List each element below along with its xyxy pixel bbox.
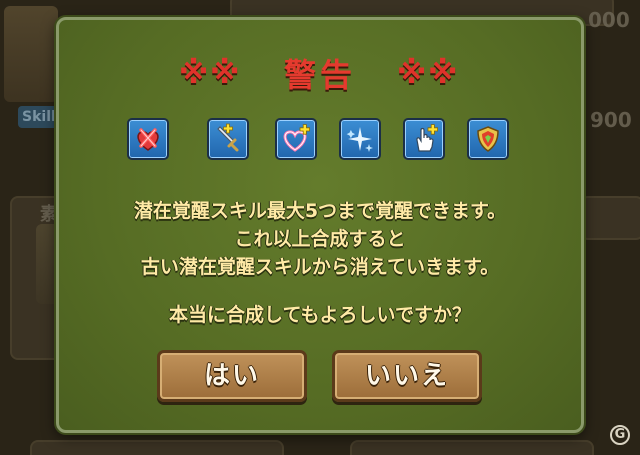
heart-cross-icon [127,118,169,160]
awakening-icons [127,118,519,162]
hand-plus-icon [403,118,445,160]
no-button[interactable]: いいえ [332,350,482,402]
monster-portrait [4,6,58,102]
bg-card-bottom-right [350,440,594,455]
confirm-question: 本当に合成してもよろしいですか？ [169,304,471,326]
sword-plus-icon [207,118,249,160]
heart-plus-icon [275,118,317,160]
bg-card-right [580,196,640,240]
message-line-3: 古い潜在覚醒スキルから消えていきます。 [140,256,500,278]
bg-value-top: 000 [588,8,630,32]
message-line-1: 潜在覚醒スキル最大5つまで覚醒できます。 [133,200,507,222]
warning-dialog: ※※ 警告 ※※ 潜在覚醒スキル最大5つまで覚醒できます。 これ以上合成すると … [56,17,584,433]
message-line-2: これ以上合成すると [234,228,406,250]
dialog-title: 警告 [283,56,356,94]
title-marks-right: ※※ [397,56,460,91]
bg-value-mid: 900 [590,108,632,132]
shield-icon [467,118,509,160]
dialog-title-row: ※※ 警告 ※※ [59,50,581,94]
watermark-logo: G [610,425,630,445]
sparkle-icon [339,118,381,160]
bg-card-bottom-left [30,440,284,455]
yes-button[interactable]: はい [157,350,307,402]
